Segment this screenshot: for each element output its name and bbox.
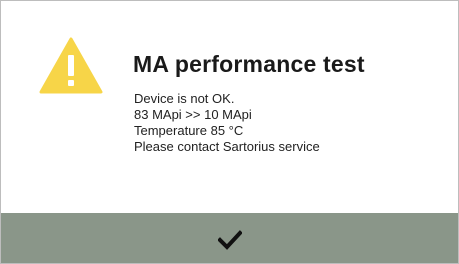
message-line: Please contact Sartorius service bbox=[134, 139, 320, 154]
dialog-title: MA performance test bbox=[133, 51, 365, 77]
alert-dialog: MA performance test Device is not OK. 83… bbox=[0, 0, 459, 264]
message-line: 83 MApi >> 10 MApi bbox=[134, 107, 252, 122]
checkmark-icon bbox=[217, 230, 242, 250]
dialog-message: Device is not OK. 83 MApi >> 10 MApi Tem… bbox=[134, 91, 320, 155]
warning-triangle-icon bbox=[39, 37, 103, 94]
message-line: Temperature 85 °C bbox=[134, 123, 244, 138]
dialog-content: MA performance test Device is not OK. 83… bbox=[1, 1, 458, 213]
message-line: Device is not OK. bbox=[134, 91, 235, 106]
confirm-button[interactable] bbox=[1, 213, 458, 263]
